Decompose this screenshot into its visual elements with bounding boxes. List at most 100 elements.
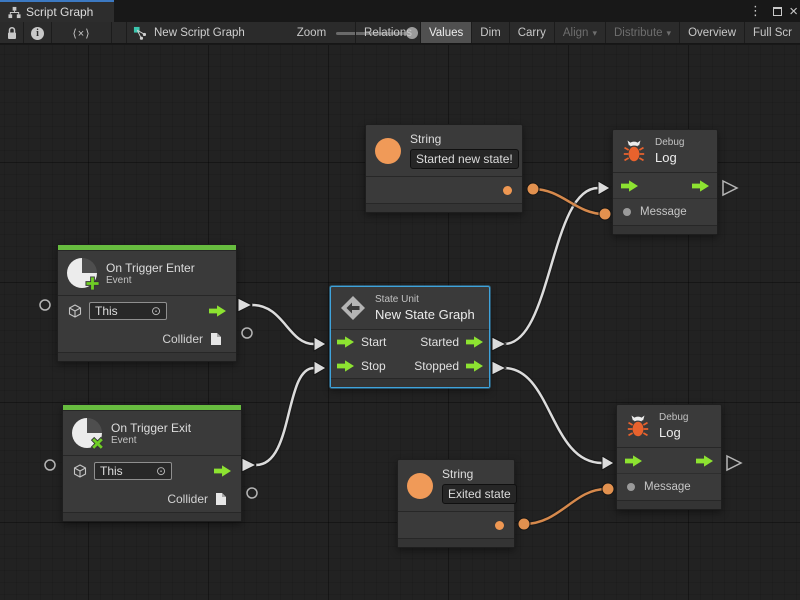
value-connection-wire[interactable] [533, 189, 604, 214]
close-button[interactable]: × [789, 0, 798, 22]
maximize-icon [773, 7, 782, 16]
toolbar-left-group: i ⟨×⟩ [0, 22, 112, 44]
collider-output-port[interactable] [242, 328, 252, 338]
string-output-port[interactable] [495, 521, 504, 530]
values-toggle[interactable]: Values [420, 22, 471, 44]
target-object-field[interactable]: This ⊙ [89, 302, 167, 320]
node-title: Log [655, 150, 684, 165]
collider-file-icon [210, 332, 222, 346]
node-title: New State Graph [375, 307, 475, 322]
flow-input-port[interactable] [621, 180, 638, 192]
target-object-field[interactable]: This ⊙ [94, 462, 172, 480]
connection-wire[interactable] [504, 368, 602, 463]
x-badge-icon [87, 433, 108, 454]
node-debug-log-top[interactable]: Debug Log Message [612, 129, 718, 235]
state-unit-icon [340, 295, 366, 321]
tab-title: Script Graph [26, 5, 93, 19]
gameobject-cube-icon [73, 464, 87, 478]
tab-bar: Script Graph ⋮ × [0, 0, 800, 22]
collider-port-label: Collider [167, 492, 208, 506]
maximize-button[interactable] [773, 0, 782, 22]
node-title: On Trigger Enter [106, 261, 195, 275]
flow-continuation-port[interactable] [727, 456, 741, 470]
flow-output-port[interactable] [214, 465, 231, 477]
stop-input-port[interactable] [337, 360, 354, 372]
node-title: Log [659, 425, 688, 440]
unity-script-graph-window: Script Graph ⋮ × i ⟨×⟩ New Script Graph [0, 0, 800, 600]
flow-input-port[interactable] [625, 455, 642, 467]
flow-output-port[interactable] [692, 180, 709, 192]
message-input-port[interactable] [627, 483, 635, 491]
collider-output-port[interactable] [247, 488, 257, 498]
message-port-label: Message [644, 481, 691, 493]
node-on-trigger-enter[interactable]: On Trigger Enter Event This ⊙ Collider [57, 244, 237, 362]
dim-toggle[interactable]: Dim [471, 22, 508, 44]
object-picker-icon: ⊙ [156, 464, 166, 478]
carry-toggle[interactable]: Carry [509, 22, 554, 44]
tab-script-graph[interactable]: Script Graph [0, 0, 114, 22]
message-port-label: Message [640, 206, 687, 218]
collider-port-label: Collider [162, 332, 203, 346]
connection-wire[interactable] [256, 368, 314, 465]
overview-button[interactable]: Overview [679, 22, 744, 44]
node-footer [366, 203, 522, 212]
node-footer [331, 378, 489, 387]
node-title: On Trigger Exit [111, 421, 191, 435]
graph-asset-icon [133, 26, 148, 41]
graph-toolbar: i ⟨×⟩ New Script Graph Zoom 1x Relations… [0, 22, 800, 44]
start-input-port[interactable] [337, 336, 354, 348]
close-icon: × [789, 3, 798, 20]
distribute-dropdown[interactable]: Distribute ▾ [605, 22, 679, 44]
node-title: String [410, 132, 519, 146]
node-category: Debug [655, 137, 684, 148]
on-trigger-exit-icon [72, 418, 102, 448]
unconnected-input-port[interactable] [40, 300, 50, 310]
stopped-output-port[interactable] [466, 360, 483, 372]
flow-output-port[interactable] [209, 305, 226, 317]
node-category: Debug [659, 412, 688, 423]
code-preview-button[interactable]: ⟨×⟩ [52, 22, 112, 44]
kebab-icon: ⋮ [749, 3, 762, 19]
script-graph-tab-icon [8, 6, 21, 19]
node-footer [58, 352, 236, 361]
lock-button[interactable] [0, 22, 24, 44]
node-on-trigger-exit[interactable]: On Trigger Exit Event This ⊙ Collider [62, 404, 242, 522]
relations-toggle[interactable]: Relations [355, 22, 420, 44]
string-output-port[interactable] [503, 186, 512, 195]
zoom-label: Zoom [297, 27, 326, 39]
toolbar-right-group: Relations Values Dim Carry Align ▾ Distr… [355, 22, 800, 44]
bug-icon [626, 414, 650, 438]
unconnected-input-port[interactable] [45, 460, 55, 470]
connection-wire[interactable] [252, 305, 314, 344]
object-picker-icon: ⊙ [151, 304, 161, 318]
started-port-label: Started [420, 335, 459, 349]
chevron-down-icon: ▾ [667, 28, 672, 39]
align-dropdown[interactable]: Align ▾ [554, 22, 605, 44]
graph-canvas[interactable]: String Started new state! Debug Log [0, 45, 800, 600]
node-footer [63, 512, 241, 521]
lock-icon [6, 26, 18, 40]
stopped-port-label: Stopped [414, 359, 459, 373]
string-value-field[interactable]: Exited state [442, 484, 517, 504]
string-value-field[interactable]: Started new state! [410, 149, 519, 169]
window-menu-button[interactable]: ⋮ [749, 0, 762, 22]
message-input-port[interactable] [623, 208, 631, 216]
started-output-port[interactable] [466, 336, 483, 348]
code-brackets-icon: ⟨×⟩ [72, 27, 90, 40]
node-string-started[interactable]: String Started new state! [365, 124, 523, 213]
node-category: State Unit [375, 294, 475, 305]
string-literal-icon [375, 138, 401, 164]
string-literal-icon [407, 473, 433, 499]
info-button[interactable]: i [24, 22, 52, 44]
node-subtitle: Event [106, 275, 195, 286]
node-title: String [442, 467, 517, 481]
node-state-unit[interactable]: State Unit New State Graph Start Started… [330, 286, 490, 388]
plus-badge-icon [85, 276, 100, 291]
node-debug-log-bottom[interactable]: Debug Log Message [616, 404, 722, 510]
fullscreen-button[interactable]: Full Scr [744, 22, 800, 44]
node-string-exited[interactable]: String Exited state [397, 459, 515, 548]
value-connection-wire[interactable] [524, 489, 606, 524]
node-footer [617, 500, 721, 509]
flow-continuation-port[interactable] [723, 181, 737, 195]
flow-output-port[interactable] [696, 455, 713, 467]
